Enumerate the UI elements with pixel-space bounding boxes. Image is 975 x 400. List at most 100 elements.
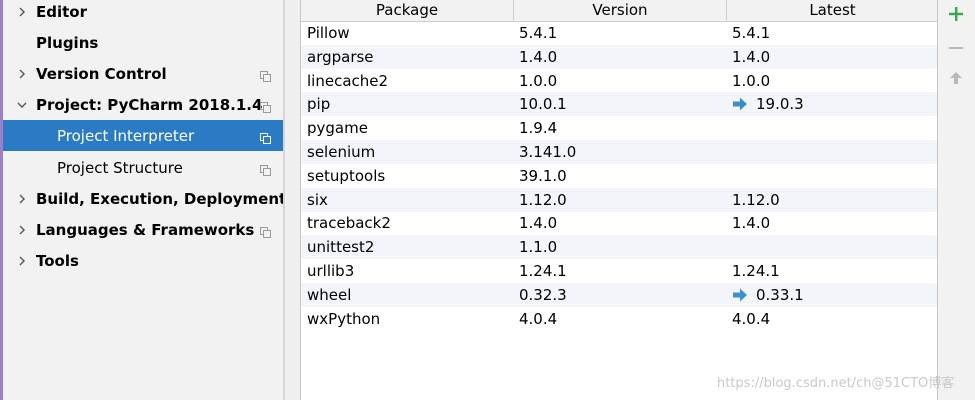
table-row[interactable]: wxPython 4.0.4 4.0.4 [301, 307, 937, 331]
project-scope-icon [260, 68, 271, 82]
content-gutter [285, 0, 300, 400]
sidebar-item-project-pycharm-2018-1-4[interactable]: Project: PyCharm 2018.1.4 [3, 89, 283, 120]
sidebar-item-label: Build, Execution, Deployment [36, 189, 287, 208]
sidebar-item-build-execution-deployment[interactable]: Build, Execution, Deployment [3, 183, 287, 214]
package-latest-cell: 1.4.0 [732, 211, 770, 235]
package-version-cell: 1.0.0 [519, 71, 558, 90]
package-toolbar [938, 0, 975, 400]
package-name-cell: Pillow [307, 24, 350, 42]
latest-version-text: 0.33.1 [756, 285, 804, 304]
chevron-down-icon[interactable] [16, 99, 28, 111]
table-row[interactable]: unittest2 1.1.0 [301, 235, 937, 260]
package-name-cell: setuptools [307, 166, 386, 185]
package-version-cell: 39.1.0 [519, 166, 567, 185]
plus-icon [948, 6, 964, 26]
chevron-right-icon[interactable] [16, 68, 28, 80]
project-scope-icon [260, 130, 271, 144]
package-version-cell: 1.4.0 [519, 214, 558, 233]
latest-version-text: 19.0.3 [756, 95, 804, 114]
sidebar-item-project-structure[interactable]: Project Structure [3, 152, 283, 183]
package-version-cell: 1.1.0 [519, 238, 558, 257]
packages-table: Package Version Latest Pillow 5.4.1 5.4.1 a… [300, 0, 938, 400]
table-row[interactable]: Pillow 5.4.1 5.4.1 [301, 21, 937, 45]
project-scope-icon [260, 162, 271, 176]
package-name-cell: six [307, 190, 328, 209]
sidebar-item-label: Languages & Frameworks [36, 220, 255, 239]
minus-icon [948, 40, 964, 60]
latest-version-text: 5.4.1 [732, 24, 771, 42]
package-version-cell: 10.0.1 [519, 95, 567, 114]
package-version-cell: 1.9.4 [519, 119, 558, 138]
table-row[interactable]: linecache2 1.0.0 1.0.0 [301, 69, 937, 93]
package-version-cell: 3.141.0 [519, 143, 577, 161]
package-name-cell: wxPython [307, 309, 381, 328]
package-name-cell: linecache2 [307, 71, 389, 90]
sidebar-item-editor[interactable]: Editor [3, 0, 283, 27]
table-row[interactable]: argparse 1.4.0 1.4.0 [301, 44, 937, 69]
table-row[interactable]: pygame 1.9.4 [301, 116, 937, 140]
package-version-cell: 1.12.0 [519, 190, 567, 209]
package-name-cell: unittest2 [307, 238, 375, 257]
arrow-up-icon [948, 70, 964, 90]
sidebar-item-label: Project Structure [57, 158, 183, 177]
watermark: https://blog.csdn.net/ch@51CTO博客 [717, 376, 955, 391]
sidebar-item-label: Project: PyCharm 2018.1.4 [36, 95, 263, 114]
column-header-version[interactable]: Version [513, 0, 726, 21]
sidebar-item-label: Tools [36, 251, 79, 270]
table-row[interactable]: pip 10.0.1 19.0.3 [301, 92, 937, 117]
package-latest-cell: 5.4.1 [732, 21, 770, 45]
table-row[interactable]: selenium 3.141.0 [301, 140, 937, 164]
package-version-cell: 0.32.3 [519, 285, 567, 304]
project-scope-icon [260, 224, 271, 238]
latest-version-text: 1.0.0 [732, 71, 771, 90]
latest-version-text: 4.0.4 [732, 309, 771, 328]
sidebar-item-plugins[interactable]: Plugins [3, 27, 283, 58]
package-latest-cell: 4.0.4 [732, 307, 770, 331]
chevron-right-icon[interactable] [16, 193, 28, 205]
sidebar-item-project-interpreter[interactable]: Project Interpreter [3, 120, 283, 151]
package-name-cell: pip [307, 95, 331, 114]
column-header-latest[interactable]: Latest [726, 0, 938, 21]
package-version-cell: 4.0.4 [519, 309, 558, 328]
package-name-cell: traceback2 [307, 214, 391, 233]
sidebar-item-tools[interactable]: Tools [3, 245, 283, 276]
package-name-cell: pygame [307, 119, 368, 138]
table-row[interactable]: wheel 0.32.3 0.33.1 [301, 282, 937, 307]
package-latest-cell: 1.12.0 [732, 188, 780, 212]
package-version-cell: 1.4.0 [519, 47, 558, 66]
chevron-right-icon[interactable] [16, 6, 28, 18]
sidebar-item-label: Editor [36, 2, 87, 21]
latest-version-text: 1.4.0 [732, 47, 771, 66]
sidebar-item-version-control[interactable]: Version Control [3, 58, 283, 89]
table-row[interactable]: setuptools 39.1.0 [301, 164, 937, 188]
package-name-cell: argparse [307, 47, 374, 66]
remove-package-button[interactable] [946, 40, 966, 60]
table-row[interactable]: urllib3 1.24.1 1.24.1 [301, 259, 937, 283]
sidebar-item-label: Plugins [36, 33, 99, 52]
upgrade-available-icon [732, 97, 748, 111]
latest-version-text: 1.4.0 [732, 214, 771, 233]
upgrade-package-button[interactable] [946, 70, 966, 90]
table-row[interactable]: traceback2 1.4.0 1.4.0 [301, 211, 937, 235]
package-latest-cell: 0.33.1 [732, 283, 804, 307]
package-name-cell: urllib3 [307, 262, 355, 280]
latest-version-text: 1.12.0 [732, 190, 780, 209]
chevron-right-icon[interactable] [16, 255, 28, 267]
table-header: Package Version Latest [301, 0, 937, 22]
table-row[interactable]: six 1.12.0 1.12.0 [301, 187, 937, 212]
package-latest-cell: 1.24.1 [732, 259, 780, 283]
package-latest-cell: 1.0.0 [732, 69, 770, 93]
add-package-button[interactable] [946, 6, 966, 26]
chevron-right-icon[interactable] [16, 224, 28, 236]
column-header-package[interactable]: Package [301, 0, 513, 21]
package-latest-cell: 19.0.3 [732, 92, 804, 116]
upgrade-available-icon [732, 288, 748, 302]
latest-version-text: 1.24.1 [732, 262, 780, 280]
sidebar-item-languages-frameworks[interactable]: Languages & Frameworks [3, 214, 283, 245]
sidebar-item-label: Project Interpreter [57, 126, 195, 145]
package-name-cell: wheel [307, 285, 352, 304]
package-name-cell: selenium [307, 143, 376, 161]
package-latest-cell: 1.4.0 [732, 45, 770, 69]
package-version-cell: 1.24.1 [519, 262, 567, 280]
package-version-cell: 5.4.1 [519, 24, 558, 42]
